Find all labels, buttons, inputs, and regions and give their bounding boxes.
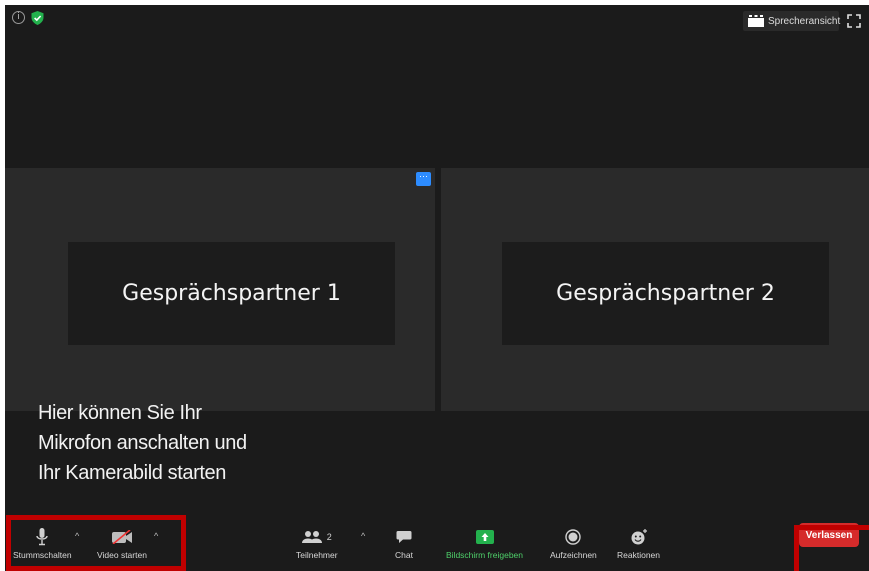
share-screen-icon <box>475 530 494 544</box>
participants-label: Teilnehmer <box>296 550 338 560</box>
speaker-view-button[interactable]: Sprecheransicht <box>743 11 841 31</box>
meeting-window: i Sprecheransicht Gesprächspartner 1 Ges… <box>5 5 869 571</box>
record-icon <box>565 529 582 545</box>
annotation-line: Hier können Sie Ihr <box>38 402 202 424</box>
mute-label: Stummschalten <box>13 550 72 560</box>
participants-options-chevron[interactable]: ^ <box>361 531 365 541</box>
chat-button[interactable]: Chat <box>395 527 413 560</box>
participants-icon <box>301 531 322 543</box>
reactions-button[interactable]: Reaktionen <box>617 527 660 560</box>
share-screen-button[interactable]: Bildschirm freigeben <box>446 527 523 560</box>
speaker-view-label: Sprecheransicht <box>768 15 841 27</box>
record-button[interactable]: Aufzeichnen <box>550 527 597 560</box>
video-options-chevron[interactable]: ^ <box>154 531 158 541</box>
chat-label: Chat <box>395 550 413 560</box>
reactions-icon <box>631 529 647 545</box>
audio-options-chevron[interactable]: ^ <box>75 531 79 541</box>
fullscreen-icon[interactable] <box>847 14 861 28</box>
meeting-toolbar: Stummschalten ^ Video starten ^ 2 Teilne… <box>5 517 869 571</box>
tile-more-options-button[interactable]: ··· <box>416 172 431 186</box>
participant-tile-2[interactable]: Gesprächspartner 2 <box>441 168 869 411</box>
start-video-button[interactable]: Video starten <box>97 527 147 560</box>
participants-button[interactable]: 2 Teilnehmer <box>296 527 338 560</box>
annotation-line: Ihr Kamerabild starten <box>38 462 226 484</box>
participants-count: 2 <box>326 532 332 542</box>
video-off-icon <box>111 530 132 544</box>
record-label: Aufzeichnen <box>550 550 597 560</box>
shield-icon[interactable] <box>31 11 44 25</box>
participant-name: Gesprächspartner 1 <box>68 242 395 345</box>
leave-meeting-button[interactable]: Verlassen <box>799 523 859 547</box>
share-screen-label: Bildschirm freigeben <box>446 550 524 560</box>
microphone-icon <box>36 528 48 546</box>
chat-icon <box>396 531 412 543</box>
annotation-text: Hier können Sie Ihr Mikrofon anschalten … <box>38 398 247 488</box>
participant-name: Gesprächspartner 2 <box>502 242 829 345</box>
video-gallery: Gesprächspartner 1 Gesprächspartner 2 <box>5 168 869 411</box>
annotation-line: Mikrofon anschalten und <box>38 432 247 454</box>
top-left-status: i <box>12 11 44 25</box>
mute-button[interactable]: Stummschalten <box>13 527 72 560</box>
info-icon[interactable]: i <box>12 11 25 24</box>
reactions-label: Reaktionen <box>617 550 661 560</box>
speaker-view-icon <box>748 15 764 27</box>
participant-tile-1[interactable]: Gesprächspartner 1 <box>5 168 435 411</box>
start-video-label: Video starten <box>97 550 147 560</box>
